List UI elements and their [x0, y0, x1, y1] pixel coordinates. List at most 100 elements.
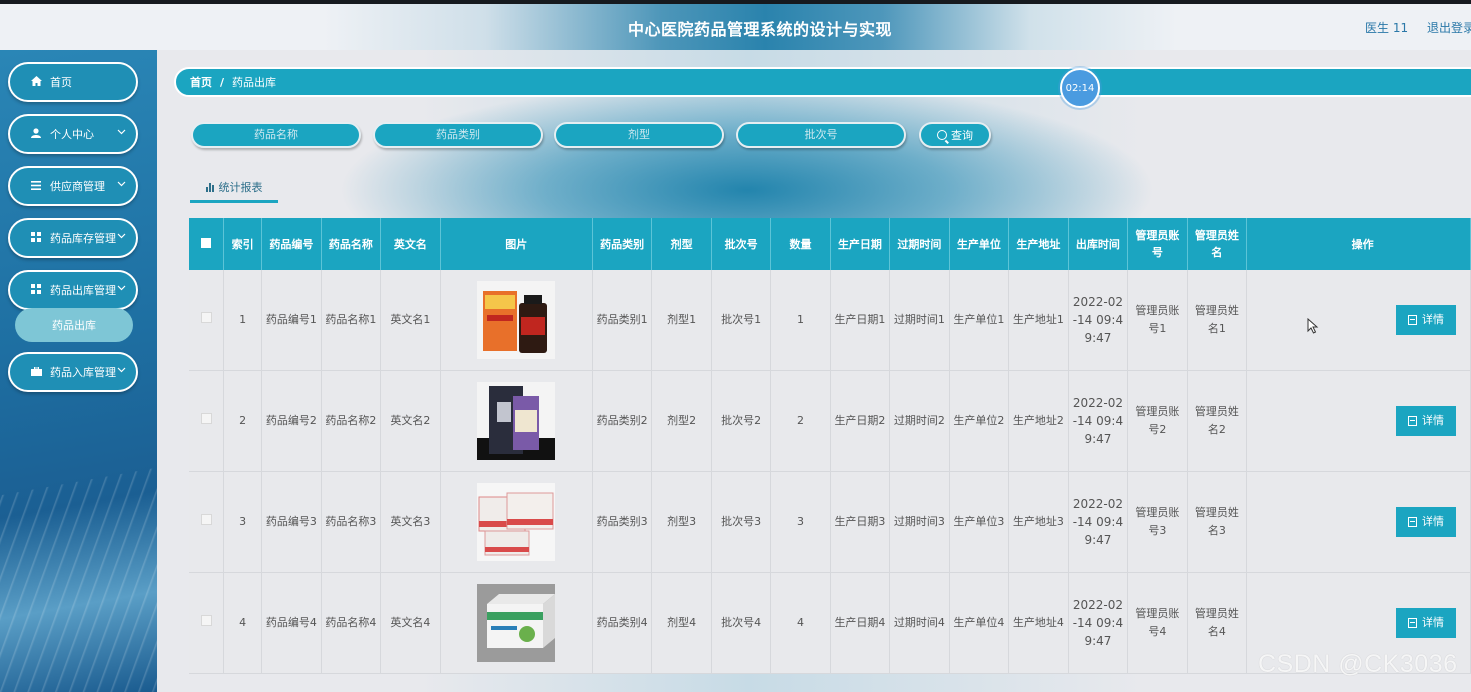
- cell-index: 1: [223, 270, 263, 371]
- sidebar-item-label: 个人中心: [50, 128, 94, 141]
- logout-link[interactable]: 退出登录: [1427, 19, 1471, 36]
- breadcrumb-current: 药品出库: [232, 76, 277, 89]
- column-header: 索引: [223, 218, 263, 270]
- cell-production-date: 生产日期1: [830, 270, 891, 371]
- select-all-checkbox[interactable]: [201, 237, 212, 248]
- cell-admin-account: 管理员账号4: [1127, 572, 1188, 674]
- cell-outbound-time: 2022-02-14 09:49:47: [1068, 471, 1129, 573]
- detail-button-label: 详情: [1422, 515, 1444, 528]
- cell-quantity: 2: [770, 370, 831, 472]
- cell-outbound-time: 2022-02-14 09:49:47: [1068, 270, 1129, 371]
- row-select-cell[interactable]: [189, 270, 225, 371]
- detail-button[interactable]: 详情: [1396, 507, 1456, 537]
- table-row: 3 药品编号3 药品名称3 英文名3 药品类别3 剂型3 批次号3 3 生产日期…: [189, 471, 1471, 573]
- top-header: 中心医院药品管理系统的设计与实现 医生 11 退出登录: [0, 0, 1471, 51]
- sidebar-item-outbound[interactable]: 药品出库管理: [8, 270, 138, 310]
- sidebar-item-label: 供应商管理: [50, 180, 105, 193]
- column-header: 生产地址: [1008, 218, 1069, 270]
- sidebar-item-label: 药品出库管理: [50, 284, 116, 297]
- dosage-form-input[interactable]: 剂型: [554, 122, 724, 148]
- cell-quantity: 1: [770, 270, 831, 371]
- document-icon: [1408, 517, 1417, 527]
- batch-number-input[interactable]: 批次号: [736, 122, 906, 148]
- row-checkbox[interactable]: [200, 413, 212, 424]
- cell-expire-time: 过期时间3: [889, 471, 950, 573]
- cell-form: 剂型1: [651, 270, 712, 371]
- cell-quantity: 4: [770, 572, 831, 674]
- cell-english-name: 英文名1: [380, 270, 441, 371]
- chevron-down-icon: [117, 180, 126, 190]
- cell-batch: 批次号4: [711, 572, 772, 674]
- table-row: 2 药品编号2 药品名称2 英文名2 药品类别2 剂型2 批次号2 2 生产日期…: [189, 370, 1471, 472]
- bar-chart-icon: [205, 182, 214, 192]
- list-icon: [30, 180, 42, 193]
- grid-icon: [30, 283, 42, 297]
- cell-index: 3: [223, 471, 263, 573]
- cell-manufacturer: 生产单位1: [949, 270, 1010, 371]
- cell-actions: 详情: [1246, 471, 1471, 573]
- drug-image: [477, 483, 556, 561]
- drug-name-input[interactable]: 药品名称: [191, 122, 361, 148]
- cell-production-date: 生产日期4: [830, 572, 891, 674]
- cell-code: 药品编号1: [261, 270, 322, 371]
- outbound-table: 索引 药品编号 药品名称 英文名 图片 药品类别 剂型 批次号 数量 生产日期 …: [189, 218, 1471, 674]
- sidebar-item-supplier[interactable]: 供应商管理: [8, 166, 138, 206]
- sidebar: 首页 个人中心 供应商管理 药品库存管理 药品出库管理 药品出库 药品入库管理: [0, 50, 157, 692]
- column-header: 英文名: [380, 218, 441, 270]
- row-checkbox[interactable]: [200, 615, 212, 626]
- cell-manufacturer: 生产单位3: [949, 471, 1010, 573]
- cell-code: 药品编号3: [261, 471, 322, 573]
- timer-badge: 02:14: [1060, 68, 1100, 108]
- select-all-cell[interactable]: [189, 218, 225, 270]
- user-icon: [30, 127, 42, 141]
- row-checkbox[interactable]: [200, 312, 212, 323]
- cell-admin-account: 管理员账号2: [1127, 370, 1188, 472]
- sidebar-subitem-outbound[interactable]: 药品出库: [15, 308, 133, 342]
- cell-admin-name: 管理员姓名2: [1187, 370, 1248, 472]
- column-header: 生产单位: [949, 218, 1010, 270]
- drug-category-input[interactable]: 药品类别: [373, 122, 543, 148]
- sidebar-item-stock[interactable]: 药品库存管理: [8, 218, 138, 258]
- sidebar-item-label: 首页: [50, 76, 72, 89]
- cell-english-name: 英文名2: [380, 370, 441, 472]
- cell-index: 4: [223, 572, 263, 674]
- cell-image: [440, 270, 593, 371]
- cell-category: 药品类别4: [592, 572, 653, 674]
- chevron-down-icon: [117, 128, 126, 138]
- breadcrumb: 首页 / 药品出库: [174, 67, 1471, 97]
- sidebar-item-inbound[interactable]: 药品入库管理: [8, 352, 138, 392]
- row-select-cell[interactable]: [189, 471, 225, 573]
- row-select-cell[interactable]: [189, 572, 225, 674]
- cell-category: 药品类别2: [592, 370, 653, 472]
- detail-button-label: 详情: [1422, 414, 1444, 427]
- cell-admin-account: 管理员账号1: [1127, 270, 1188, 371]
- sidebar-item-personal-center[interactable]: 个人中心: [8, 114, 138, 154]
- cell-manufacturer: 生产单位2: [949, 370, 1010, 472]
- search-button-label: 查询: [951, 129, 973, 142]
- cell-code: 药品编号4: [261, 572, 322, 674]
- row-select-cell[interactable]: [189, 370, 225, 472]
- detail-button[interactable]: 详情: [1396, 305, 1456, 335]
- cell-address: 生产地址2: [1008, 370, 1069, 472]
- cell-batch: 批次号2: [711, 370, 772, 472]
- breadcrumb-home[interactable]: 首页: [190, 74, 212, 90]
- cell-image: [440, 572, 593, 674]
- top-edge-line: [0, 0, 1471, 4]
- cell-image: [440, 471, 593, 573]
- search-button[interactable]: 查询: [919, 122, 991, 148]
- cell-address: 生产地址3: [1008, 471, 1069, 573]
- detail-button[interactable]: 详情: [1396, 608, 1456, 638]
- tab-statistics-report[interactable]: 统计报表: [190, 174, 278, 203]
- cell-actions: 详情: [1246, 370, 1471, 472]
- cell-batch: 批次号3: [711, 471, 772, 573]
- column-header: 生产日期: [830, 218, 891, 270]
- current-user[interactable]: 医生 11: [1365, 19, 1408, 36]
- row-checkbox[interactable]: [200, 514, 212, 525]
- chevron-down-icon: [117, 284, 126, 294]
- column-header: 数量: [770, 218, 831, 270]
- cell-name: 药品名称3: [321, 471, 382, 573]
- cell-image: [440, 370, 593, 472]
- column-header: 图片: [440, 218, 593, 270]
- detail-button[interactable]: 详情: [1396, 406, 1456, 436]
- sidebar-item-home[interactable]: 首页: [8, 62, 138, 102]
